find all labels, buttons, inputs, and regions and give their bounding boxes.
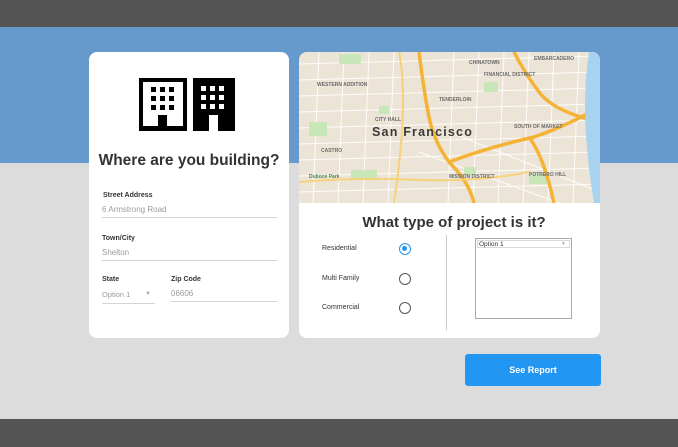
street-address-input[interactable]: 6 Armstrong Road xyxy=(102,205,277,218)
city-map[interactable]: San Francisco CITY HALL Duboce Park MISS… xyxy=(299,52,600,203)
map-label: Duboce Park xyxy=(309,174,340,180)
location-title: Where are you building? xyxy=(98,152,280,169)
street-address-label: Street Address xyxy=(103,192,153,199)
project-card: San Francisco CITY HALL Duboce Park MISS… xyxy=(299,52,600,338)
chevron-down-icon: ▼ xyxy=(561,241,566,247)
multi-family-radio[interactable] xyxy=(399,273,411,285)
project-options-listbox[interactable]: Option 1 ▼ xyxy=(475,238,572,319)
map-label: WESTERN ADDITION xyxy=(317,82,368,88)
top-bar xyxy=(0,0,678,27)
commercial-radio[interactable] xyxy=(399,302,411,314)
multi-family-label: Multi Family xyxy=(322,275,360,282)
commercial-label: Commercial xyxy=(322,304,360,311)
map-label: EMBARCADERO xyxy=(534,56,574,62)
residential-radio[interactable] xyxy=(399,243,411,255)
town-city-label: Town/City xyxy=(102,235,135,242)
state-select[interactable]: Option 1 ▼ xyxy=(102,290,155,304)
map-label: CITY HALL xyxy=(375,117,402,123)
residential-label: Residential xyxy=(322,245,357,252)
zip-code-label: Zip Code xyxy=(171,276,201,283)
see-report-button[interactable]: See Report xyxy=(465,354,601,386)
location-card: Where are you building? Street Address 6… xyxy=(89,52,289,338)
town-city-input[interactable]: Shelton xyxy=(102,248,277,261)
map-label: MISSION DISTRICT xyxy=(449,174,495,180)
map-label: CASTRO xyxy=(321,148,343,154)
buildings-icon xyxy=(139,78,235,131)
state-selected-value: Option 1 xyxy=(102,290,131,299)
map-label: CHINATOWN xyxy=(469,60,500,66)
map-city-label: San Francisco xyxy=(372,125,474,139)
map-label: SOUTH OF MARKET xyxy=(514,124,563,130)
map-label: FINANCIAL DISTRICT xyxy=(484,72,536,78)
listbox-item[interactable]: Option 1 ▼ xyxy=(477,240,570,248)
bottom-bar xyxy=(0,419,678,447)
zip-code-input[interactable]: 06606 xyxy=(171,289,277,302)
chevron-down-icon: ▼ xyxy=(145,291,151,297)
map-label: TENDERLOIN xyxy=(439,97,472,103)
state-label: State xyxy=(102,276,120,283)
divider xyxy=(446,235,447,330)
map-label: POTRERO HILL xyxy=(529,172,567,178)
project-title: What type of project is it? xyxy=(362,214,546,231)
listbox-item-label: Option 1 xyxy=(479,241,504,248)
